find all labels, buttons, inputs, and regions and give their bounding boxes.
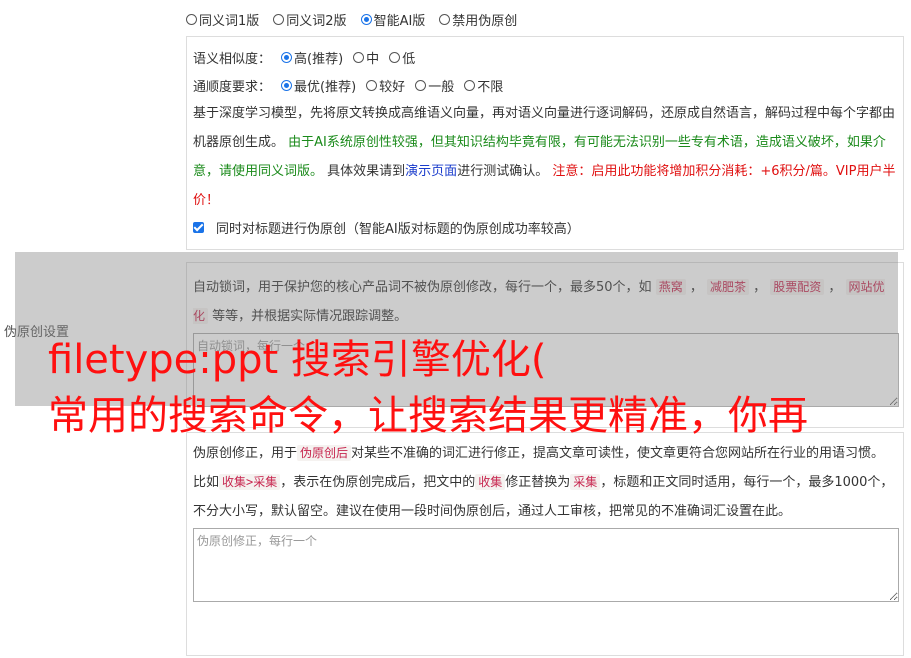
fluency-row: 通顺度要求： 最优(推荐) 较好 一般 不限 [193, 71, 897, 99]
similarity-high[interactable]: 高(推荐) [281, 48, 343, 67]
fluency-best[interactable]: 最优(推荐) [281, 76, 356, 95]
radio-selected-icon[interactable] [281, 79, 293, 91]
radio-icon[interactable] [353, 51, 365, 63]
radio-icon[interactable] [389, 51, 401, 63]
similarity-row: 语义相似度： 高(推荐) 中 低 [193, 43, 897, 71]
radio-icon[interactable] [415, 79, 427, 91]
radio-icon[interactable] [464, 79, 476, 91]
similarity-mid[interactable]: 中 [353, 48, 379, 67]
fluency-good[interactable]: 较好 [366, 76, 405, 95]
radio-selected-icon[interactable] [360, 14, 372, 25]
demo-page-link[interactable]: 演示页面 [405, 164, 457, 179]
fluency-normal[interactable]: 一般 [415, 76, 454, 95]
checkbox-checked-icon[interactable] [193, 221, 204, 233]
similarity-low[interactable]: 低 [389, 48, 415, 67]
radio-selected-icon[interactable] [281, 51, 293, 63]
radio-icon[interactable] [439, 14, 451, 25]
correction-description: 伪原创修正，用于 伪原创后 对某些不准确的词汇进行修正，提高文章可读性，使文章更符合… [193, 445, 894, 519]
version-option-synonym1[interactable]: 同义词1版 [186, 10, 259, 29]
radio-icon[interactable] [366, 79, 378, 91]
radio-icon[interactable] [186, 14, 197, 25]
correction-input[interactable] [193, 528, 899, 602]
ai-settings-panel: 语义相似度： 高(推荐) 中 低 通顺度要求： 最优(推荐) 较好 一般 不限 … [186, 36, 904, 250]
fluency-any[interactable]: 不限 [464, 76, 503, 95]
radio-icon[interactable] [273, 14, 285, 25]
title-checkbox-row[interactable]: 同时对标题进行伪原创（智能AI版对标题的伪原创成功率较高） [193, 215, 897, 239]
correction-panel: 伪原创修正，用于 伪原创后 对某些不准确的词汇进行修正，提高文章可读性，使文章更符合… [186, 432, 904, 656]
version-radio-group: 同义词1版 同义词2版 智能AI版 禁用伪原创 [186, 10, 517, 29]
fluency-label: 通顺度要求： [193, 79, 272, 95]
ai-description: 基于深度学习模型，先将原文转换成高维语义向量，再对语义向量进行逐词解码，还原成自… [193, 106, 896, 208]
version-option-ai[interactable]: 智能AI版 [360, 10, 425, 29]
version-option-disable[interactable]: 禁用伪原创 [439, 10, 517, 29]
similarity-label: 语义相似度： [193, 51, 272, 67]
version-option-synonym2[interactable]: 同义词2版 [273, 10, 347, 29]
overlay-caption: filetype:ppt 搜索引擎优化( 常用的搜索命令，让搜索结果更精准，你再 [48, 337, 808, 439]
